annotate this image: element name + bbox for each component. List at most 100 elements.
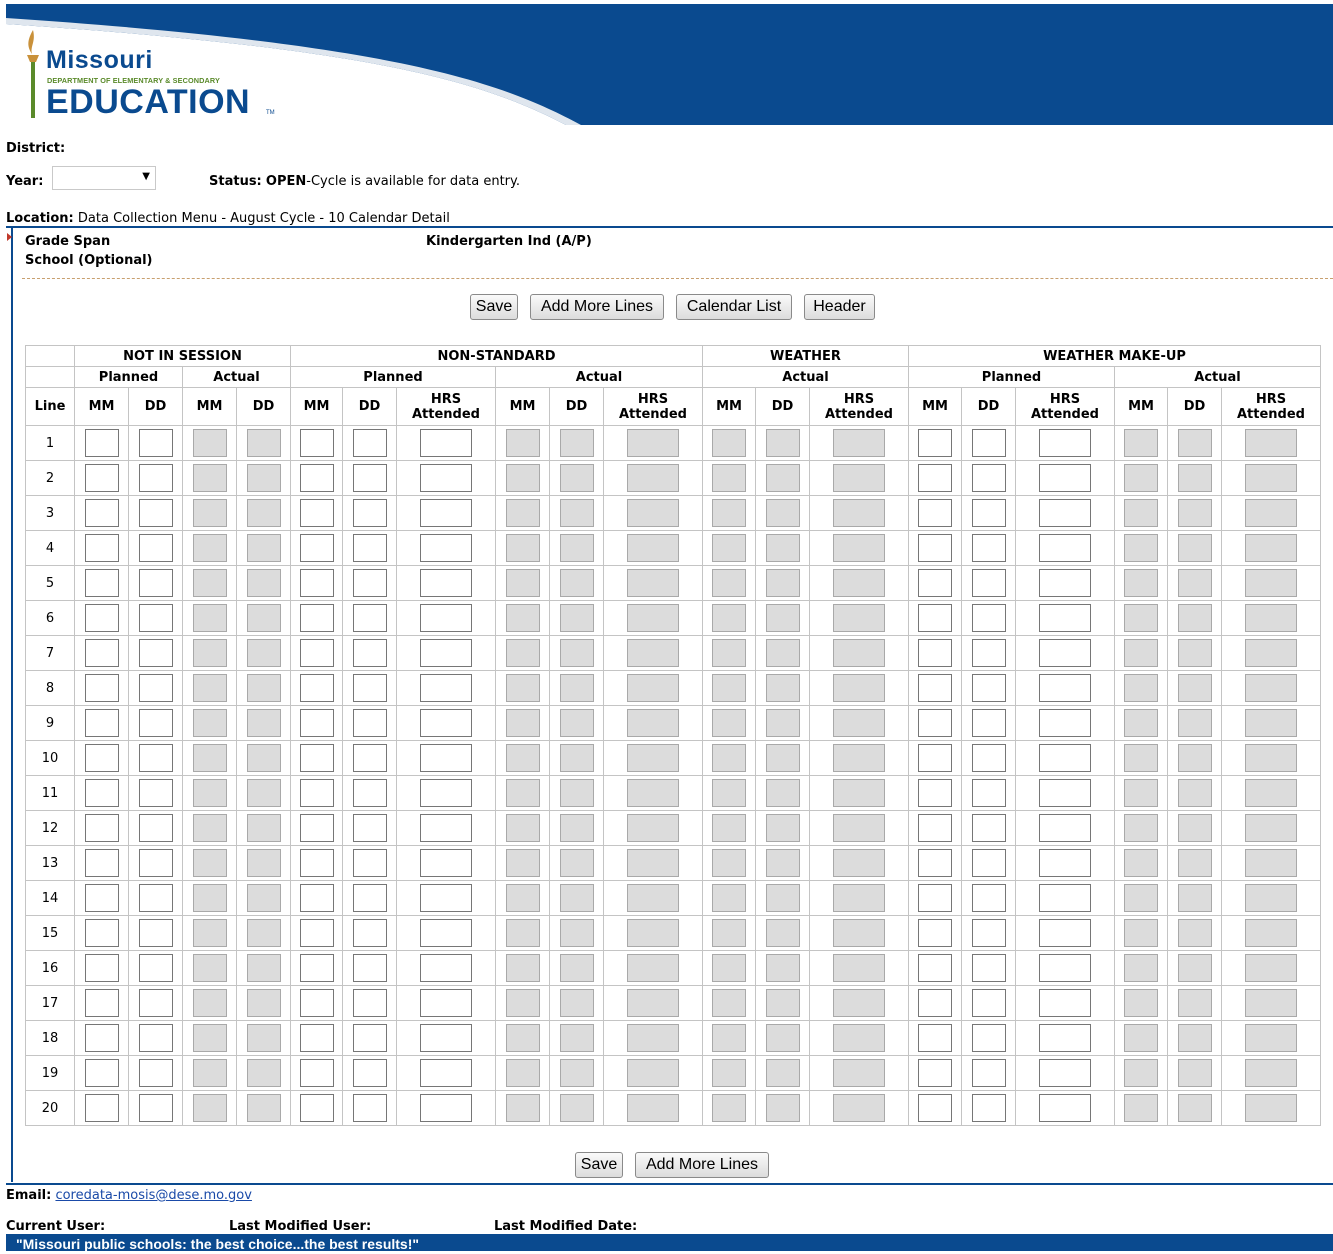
hrs-attended-input[interactable] (420, 534, 472, 562)
hrs-attended-input[interactable] (420, 814, 472, 842)
mm-input[interactable] (299, 429, 334, 457)
dd-input[interactable] (352, 954, 387, 982)
dd-input[interactable] (352, 709, 387, 737)
mm-input[interactable] (918, 639, 952, 667)
hrs-attended-input[interactable] (420, 1024, 472, 1052)
dd-input[interactable] (971, 1024, 1006, 1052)
dd-input[interactable] (138, 429, 173, 457)
mm-input[interactable] (918, 1059, 952, 1087)
mm-input[interactable] (84, 639, 119, 667)
hrs-attended-input[interactable] (420, 919, 472, 947)
mm-input[interactable] (84, 1024, 119, 1052)
dd-input[interactable] (971, 499, 1006, 527)
dd-input[interactable] (971, 744, 1006, 772)
mm-input[interactable] (299, 604, 334, 632)
mm-input[interactable] (918, 429, 952, 457)
mm-input[interactable] (918, 1024, 952, 1052)
mm-input[interactable] (84, 884, 119, 912)
mm-input[interactable] (918, 464, 952, 492)
mm-input[interactable] (84, 1059, 119, 1087)
mm-input[interactable] (918, 884, 952, 912)
hrs-attended-input[interactable] (1039, 744, 1091, 772)
mm-input[interactable] (84, 674, 119, 702)
dd-input[interactable] (138, 849, 173, 877)
save-button-bottom[interactable]: Save (575, 1152, 623, 1178)
mm-input[interactable] (299, 709, 334, 737)
dd-input[interactable] (971, 709, 1006, 737)
dd-input[interactable] (138, 709, 173, 737)
dd-input[interactable] (971, 849, 1006, 877)
hrs-attended-input[interactable] (420, 639, 472, 667)
dd-input[interactable] (138, 499, 173, 527)
hrs-attended-input[interactable] (1039, 429, 1091, 457)
mm-input[interactable] (84, 534, 119, 562)
dd-input[interactable] (138, 604, 173, 632)
mm-input[interactable] (299, 779, 334, 807)
mm-input[interactable] (299, 1094, 334, 1122)
hrs-attended-input[interactable] (1039, 534, 1091, 562)
dd-input[interactable] (352, 569, 387, 597)
dd-input[interactable] (971, 814, 1006, 842)
mm-input[interactable] (918, 709, 952, 737)
mm-input[interactable] (918, 919, 952, 947)
dd-input[interactable] (352, 744, 387, 772)
mm-input[interactable] (84, 989, 119, 1017)
mm-input[interactable] (299, 464, 334, 492)
calendar-list-button[interactable]: Calendar List (676, 294, 792, 320)
hrs-attended-input[interactable] (420, 954, 472, 982)
dd-input[interactable] (138, 919, 173, 947)
dd-input[interactable] (138, 674, 173, 702)
hrs-attended-input[interactable] (1039, 639, 1091, 667)
dd-input[interactable] (352, 674, 387, 702)
mm-input[interactable] (84, 814, 119, 842)
save-button[interactable]: Save (470, 294, 518, 320)
mm-input[interactable] (299, 849, 334, 877)
mm-input[interactable] (299, 744, 334, 772)
dd-input[interactable] (971, 464, 1006, 492)
mm-input[interactable] (299, 499, 334, 527)
hrs-attended-input[interactable] (1039, 954, 1091, 982)
mm-input[interactable] (299, 1024, 334, 1052)
dd-input[interactable] (352, 534, 387, 562)
mm-input[interactable] (918, 1094, 952, 1122)
dd-input[interactable] (138, 954, 173, 982)
mm-input[interactable] (299, 1059, 334, 1087)
hrs-attended-input[interactable] (420, 604, 472, 632)
dd-input[interactable] (138, 1094, 173, 1122)
dd-input[interactable] (138, 639, 173, 667)
mm-input[interactable] (299, 674, 334, 702)
hrs-attended-input[interactable] (420, 464, 472, 492)
mm-input[interactable] (84, 709, 119, 737)
hrs-attended-input[interactable] (420, 499, 472, 527)
dd-input[interactable] (138, 1024, 173, 1052)
hrs-attended-input[interactable] (420, 569, 472, 597)
hrs-attended-input[interactable] (420, 1094, 472, 1122)
hrs-attended-input[interactable] (420, 429, 472, 457)
hrs-attended-input[interactable] (420, 709, 472, 737)
dd-input[interactable] (971, 884, 1006, 912)
mm-input[interactable] (84, 954, 119, 982)
dd-input[interactable] (352, 1059, 387, 1087)
add-more-lines-button-bottom[interactable]: Add More Lines (635, 1152, 769, 1178)
hrs-attended-input[interactable] (1039, 919, 1091, 947)
mm-input[interactable] (918, 989, 952, 1017)
mm-input[interactable] (84, 744, 119, 772)
mm-input[interactable] (299, 989, 334, 1017)
email-link[interactable]: coredata-mosis@dese.mo.gov (55, 1188, 251, 1203)
hrs-attended-input[interactable] (1039, 779, 1091, 807)
hrs-attended-input[interactable] (1039, 1059, 1091, 1087)
hrs-attended-input[interactable] (1039, 674, 1091, 702)
dd-input[interactable] (138, 464, 173, 492)
dd-input[interactable] (352, 429, 387, 457)
dd-input[interactable] (971, 534, 1006, 562)
dd-input[interactable] (971, 989, 1006, 1017)
hrs-attended-input[interactable] (1039, 464, 1091, 492)
dd-input[interactable] (138, 534, 173, 562)
mm-input[interactable] (84, 1094, 119, 1122)
hrs-attended-input[interactable] (420, 989, 472, 1017)
mm-input[interactable] (918, 604, 952, 632)
dd-input[interactable] (971, 639, 1006, 667)
dd-input[interactable] (971, 674, 1006, 702)
dd-input[interactable] (138, 744, 173, 772)
mm-input[interactable] (918, 569, 952, 597)
